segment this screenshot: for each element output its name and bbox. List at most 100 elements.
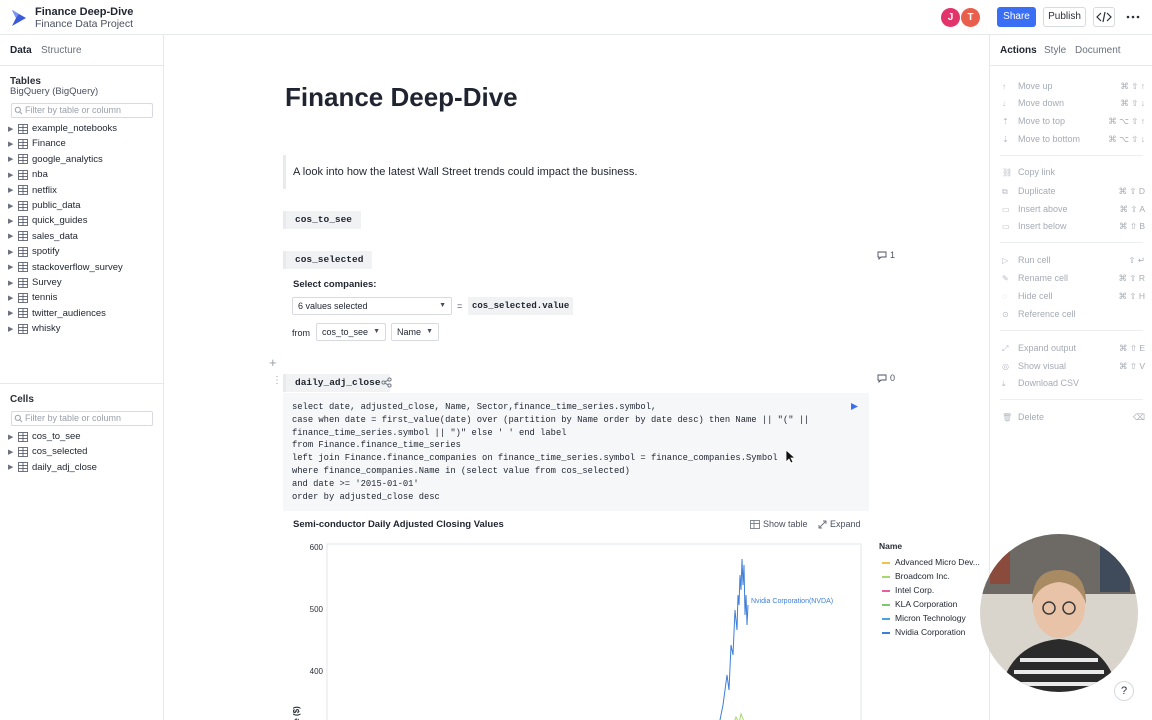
cell-name-cos-to-see[interactable]: cos_to_see — [283, 211, 362, 229]
cell-item[interactable]: ▶ daily_adj_close — [8, 462, 97, 476]
show-table-button[interactable]: Show table — [750, 519, 808, 530]
action-duplicate[interactable]: ⧉ Duplicate ⌘ ⇧ D — [1002, 186, 1145, 200]
action-copy-link[interactable]: ⛓ Copy link — [1002, 167, 1145, 181]
tab-actions[interactable]: Actions — [1000, 45, 1037, 56]
cell-name-cos-selected[interactable]: cos_selected — [283, 251, 373, 269]
table-item[interactable]: ▶ netflix — [8, 185, 57, 199]
avatar[interactable]: J — [941, 8, 960, 27]
cell-name-daily-adj-close[interactable]: daily_adj_close — [283, 374, 390, 392]
tab-structure[interactable]: Structure — [41, 45, 82, 56]
comment-count[interactable]: 1 — [877, 250, 895, 261]
share-button[interactable]: Share — [997, 7, 1036, 27]
project-name[interactable]: Finance Data Project — [35, 18, 133, 30]
chevron-right-icon[interactable]: ▶ — [8, 202, 16, 210]
table-item[interactable]: ▶ whisky — [8, 323, 61, 337]
table-item[interactable]: ▶ twitter_audiences — [8, 308, 106, 322]
chevron-right-icon[interactable]: ▶ — [8, 294, 16, 302]
legend-item[interactable]: Micron Technology — [882, 613, 966, 623]
description-block[interactable]: A look into how the latest Wall Street t… — [283, 155, 873, 189]
legend-item[interactable]: Advanced Micro Dev... — [882, 557, 980, 567]
chevron-right-icon[interactable]: ▶ — [8, 248, 16, 256]
avatar[interactable]: T — [961, 8, 980, 27]
chevron-right-icon[interactable]: ▶ — [8, 171, 16, 179]
action-insert-below[interactable]: ▭ Insert below ⌘ ⇧ B — [1002, 221, 1145, 235]
tab-data[interactable]: Data — [10, 45, 32, 56]
table-item[interactable]: ▶ google_analytics — [8, 154, 103, 168]
action-insert-above[interactable]: ▭ Insert above ⌘ ⇧ A — [1002, 204, 1145, 218]
action-download-csv[interactable]: ⤓ Download CSV — [1002, 378, 1145, 392]
action-show-visual[interactable]: ◎ Show visual ⌘ ⇧ V — [1002, 361, 1145, 375]
action-reference-cell[interactable]: ⊙ Reference cell — [1002, 309, 1145, 323]
tab-document[interactable]: Document — [1075, 45, 1121, 56]
chevron-right-icon[interactable]: ▶ — [8, 448, 16, 456]
table-item[interactable]: ▶ nba — [8, 169, 48, 183]
help-button[interactable]: ? — [1114, 681, 1134, 701]
more-options-icon[interactable] — [1124, 8, 1142, 26]
tables-filter-input[interactable]: Filter by table or column — [11, 103, 153, 118]
sql-code[interactable]: select date, adjusted_close, Name, Secto… — [292, 401, 809, 503]
action-move-up[interactable]: ↑ Move up ⌘ ⇧ ↑ — [1002, 81, 1145, 95]
companies-multiselect[interactable]: 6 values selected ▼ — [292, 297, 452, 315]
table-item[interactable]: ▶ Finance — [8, 138, 66, 152]
comment-count[interactable]: 0 — [877, 373, 895, 384]
chevron-right-icon[interactable]: ▶ — [8, 155, 16, 163]
table-item[interactable]: ▶ example_notebooks — [8, 123, 117, 137]
column-select[interactable]: Name ▼ — [391, 323, 439, 341]
table-item[interactable]: ▶ tennis — [8, 292, 57, 306]
expand-chart-button[interactable]: Expand — [818, 519, 861, 529]
chevron-right-icon[interactable]: ▶ — [8, 217, 16, 225]
chart-area[interactable]: 600 500 400 Close ($) Nvidia Corporation(NVD… — [283, 535, 873, 720]
action-hide-cell[interactable]: ◌ Hide cell ⌘ ⇧ H — [1002, 291, 1145, 305]
legend-item[interactable]: Intel Corp. — [882, 585, 934, 595]
table-item[interactable]: ▶ spotify — [8, 246, 59, 260]
table-item[interactable]: ▶ quick_guides — [8, 215, 87, 229]
publish-button[interactable]: Publish — [1043, 7, 1086, 27]
show-table-label: Show table — [763, 519, 808, 529]
chevron-right-icon[interactable]: ▶ — [8, 125, 16, 133]
sql-line: where finance_companies.Name in (select … — [292, 465, 630, 476]
from-label: from — [292, 328, 310, 338]
table-item[interactable]: ▶ Survey — [8, 277, 62, 291]
chevron-right-icon[interactable]: ▶ — [8, 463, 16, 471]
description-text[interactable]: A look into how the latest Wall Street t… — [293, 166, 637, 178]
add-cell-icon[interactable]: + — [269, 355, 277, 370]
legend-item[interactable]: KLA Corporation — [882, 599, 957, 609]
sql-editor[interactable]: select date, adjusted_close, Name, Secto… — [283, 393, 869, 511]
action-run-cell[interactable]: ▷ Run cell ⇧ ↵ — [1002, 255, 1145, 269]
chevron-right-icon[interactable]: ▶ — [8, 279, 16, 287]
action-delete[interactable]: 🗑 Delete ⌫ — [1002, 412, 1145, 426]
source-cell-select[interactable]: cos_to_see ▼ — [316, 323, 386, 341]
drag-handle-icon[interactable]: ⋮ — [272, 375, 282, 386]
table-item[interactable]: ▶ sales_data — [8, 231, 78, 245]
chevron-right-icon[interactable]: ▶ — [8, 309, 16, 317]
action-expand-output[interactable]: ⤢ Expand output ⌘ ⇧ E — [1002, 343, 1145, 357]
tab-style[interactable]: Style — [1044, 45, 1066, 56]
chevron-right-icon[interactable]: ▶ — [8, 232, 16, 240]
app-logo-icon[interactable] — [10, 9, 28, 27]
table-item[interactable]: ▶ public_data — [8, 200, 81, 214]
presenter-video[interactable] — [980, 534, 1138, 692]
notebook-canvas: Finance Deep-Dive A look into how the la… — [165, 35, 988, 720]
action-move-to-top[interactable]: ⇡ Move to top ⌘ ⌥ ⇧ ↑ — [1002, 116, 1145, 130]
chevron-right-icon[interactable]: ▶ — [8, 433, 16, 441]
code-view-button[interactable] — [1093, 7, 1115, 27]
chevron-right-icon[interactable]: ▶ — [8, 263, 16, 271]
action-rename-cell[interactable]: ✎ Rename cell ⌘ ⇧ R — [1002, 273, 1145, 287]
table-item[interactable]: ▶ stackoverflow_survey — [8, 262, 123, 276]
legend-item[interactable]: Nvidia Corporation — [882, 627, 965, 637]
table-item-label: Finance — [32, 138, 66, 150]
document-title[interactable]: Finance Deep-Dive — [35, 6, 133, 18]
cell-item[interactable]: ▶ cos_to_see — [8, 431, 81, 445]
run-icon[interactable] — [850, 402, 859, 411]
page-title[interactable]: Finance Deep-Dive — [285, 82, 518, 113]
chevron-right-icon[interactable]: ▶ — [8, 140, 16, 148]
legend-item[interactable]: Broadcom Inc. — [882, 571, 950, 581]
cell-item[interactable]: ▶ cos_selected — [8, 446, 87, 460]
cells-filter-input[interactable]: Filter by table or column — [11, 411, 153, 426]
bound-variable[interactable]: cos_selected.value — [468, 297, 574, 315]
action-move-to-bottom[interactable]: ⇣ Move to bottom ⌘ ⌥ ⇧ ↓ — [1002, 134, 1145, 148]
chevron-right-icon[interactable]: ▶ — [8, 186, 16, 194]
share-cell-icon[interactable] — [381, 377, 392, 388]
chevron-right-icon[interactable]: ▶ — [8, 325, 16, 333]
action-move-down[interactable]: ↓ Move down ⌘ ⇧ ↓ — [1002, 98, 1145, 112]
